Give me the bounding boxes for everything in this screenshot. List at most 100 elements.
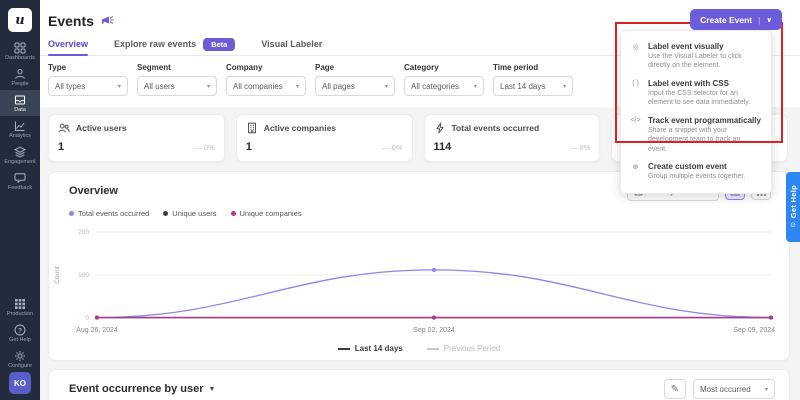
- chevron-down-icon: ▾: [474, 83, 477, 90]
- menu-item-description: Use the Visual Labeler to click directly…: [648, 52, 761, 71]
- sidebar-item-label: Dashboards: [5, 55, 35, 61]
- filter-segment: SegmentAll users▾: [137, 63, 217, 96]
- create-event-button[interactable]: Create Event | ∨: [690, 9, 782, 30]
- event-occurrence-controls: ✎ Most occurred ▾: [664, 379, 775, 399]
- sidebar-item-feedback[interactable]: Feedback: [0, 168, 40, 194]
- filter-label: Page: [315, 63, 395, 72]
- filter-select-time-period[interactable]: Last 14 days▾: [493, 76, 573, 96]
- stat-value-row: 114— 0%: [434, 141, 591, 153]
- sidebar-item-people[interactable]: People: [0, 64, 40, 90]
- beta-badge: Beta: [203, 38, 235, 51]
- building-icon: [246, 122, 258, 134]
- filter-select-page[interactable]: All pages▾: [315, 76, 395, 96]
- sidebar-item-label: Configure: [8, 363, 32, 369]
- production-icon: [14, 298, 26, 310]
- event-occurrence-panel: Event occurrence by user ▼ ✎ Most occurr…: [48, 369, 790, 400]
- filter-select-type[interactable]: All types▾: [48, 76, 128, 96]
- sidebar-item-engagement[interactable]: Engagement: [0, 142, 40, 168]
- code-icon: </>: [630, 116, 641, 154]
- current-period-legend[interactable]: Last 14 days: [338, 344, 403, 353]
- menu-item-description: Group multiple events together.: [648, 172, 745, 181]
- dashboards-icon: [14, 42, 26, 54]
- filter-type: TypeAll types▾: [48, 63, 128, 96]
- legend-label: Unique users: [172, 209, 216, 218]
- sidebar-item-label: Data: [14, 107, 26, 113]
- menu-item-title: Create custom event: [648, 162, 745, 171]
- sidebar-item-analytics[interactable]: Analytics: [0, 116, 40, 142]
- previous-period-legend[interactable]: Previous Period: [427, 344, 500, 353]
- edit-chart-button[interactable]: ✎: [664, 379, 686, 399]
- legend-dot: [163, 211, 168, 216]
- sidebar-item-data[interactable]: Data: [0, 90, 40, 116]
- legend-item[interactable]: Unique companies: [231, 209, 302, 218]
- chevron-down-icon[interactable]: ∨: [766, 16, 772, 24]
- pencil-icon: ✎: [671, 384, 679, 395]
- filter-label: Time period: [493, 63, 573, 72]
- menu-item-title: Label event visually: [648, 42, 761, 51]
- headset-icon: ⊙: [790, 222, 796, 229]
- legend-item[interactable]: Total events occurred: [69, 209, 149, 218]
- sidebar-item-get-help[interactable]: ?Get Help: [0, 320, 40, 346]
- app-logo[interactable]: u: [8, 8, 32, 32]
- menu-item-create-custom-event[interactable]: ⊕Create custom eventGroup multiple event…: [621, 158, 771, 185]
- button-separator: |: [758, 15, 760, 25]
- sidebar-item-label: Analytics: [9, 133, 31, 139]
- engagement-icon: [14, 146, 26, 158]
- menu-item-label-event-visually[interactable]: ◎Label event visuallyUse the Visual Labe…: [621, 38, 771, 75]
- sidebar: u Dashboards People Data Analytics Engagemen…: [0, 0, 40, 400]
- get-help-tab[interactable]: Get Help ⊙: [786, 172, 800, 242]
- chevron-down-icon: ▾: [765, 386, 768, 393]
- tab-explore-raw-events[interactable]: Explore raw eventsBeta: [114, 38, 235, 55]
- sidebar-item-configure[interactable]: Configure: [0, 346, 40, 372]
- data-point: [432, 268, 436, 272]
- stat-value: 1: [246, 141, 252, 153]
- stat-delta: — 0%: [570, 143, 590, 152]
- legend-item[interactable]: Unique users: [163, 209, 216, 218]
- event-occurrence-title[interactable]: Event occurrence by user ▼: [69, 383, 215, 395]
- sidebar-item-production[interactable]: Production: [0, 294, 40, 320]
- stat-card-header: Active companies: [246, 122, 403, 134]
- sidebar-nav: Dashboards People Data Analytics EngagementF…: [0, 38, 40, 194]
- solid-line-swatch: [338, 348, 350, 350]
- megaphone-icon[interactable]: [101, 15, 114, 27]
- page-title: Events: [48, 13, 94, 29]
- sidebar-item-label: People: [11, 81, 28, 87]
- sidebar-item-label: Production: [7, 311, 33, 317]
- tab-overview[interactable]: Overview: [48, 39, 88, 55]
- menu-item-text: Label event visuallyUse the Visual Label…: [648, 42, 761, 71]
- menu-item-text: Create custom eventGroup multiple events…: [648, 162, 745, 181]
- chevron-down-icon: ▾: [207, 83, 210, 90]
- css-selector-icon: ( ): [630, 79, 641, 108]
- titlebar: Events Create Event | ∨: [40, 0, 800, 34]
- filter-select-category[interactable]: All categories ▾: [404, 76, 484, 96]
- filter-select-value: All companies: [233, 82, 283, 91]
- chart-container[interactable]: 0100200CountAug 26, 2024Sep 02, 2024Sep …: [49, 222, 789, 340]
- menu-item-label-event-with-css[interactable]: ( ) Label event with CSSInput the CSS sel…: [621, 75, 771, 112]
- tab-visual-labeler[interactable]: Visual Labeler: [261, 39, 322, 55]
- configure-icon: [14, 350, 26, 362]
- stat-value-row: 1— 0%: [246, 141, 403, 153]
- analytics-icon: [14, 120, 26, 132]
- sort-select[interactable]: Most occurred ▾: [693, 379, 775, 399]
- event-occurrence-header: Event occurrence by user ▼ ✎ Most occurr…: [69, 379, 775, 399]
- filter-label: Company: [226, 63, 306, 72]
- sidebar-item-dashboards[interactable]: Dashboards: [0, 38, 40, 64]
- data-point: [432, 315, 436, 319]
- filter-select-company[interactable]: All companies▾: [226, 76, 306, 96]
- menu-item-track-event-programmatically[interactable]: </>Track event programmaticallyShare a s…: [621, 112, 771, 158]
- filter-company: Company All companies▾: [226, 63, 306, 96]
- user-avatar[interactable]: KO: [9, 372, 31, 394]
- stat-value: 1: [58, 141, 64, 153]
- filter-select-segment[interactable]: All users▾: [137, 76, 217, 96]
- dashed-line-swatch: [427, 348, 439, 350]
- filter-category: CategoryAll categories▾: [404, 63, 484, 96]
- data-point: [95, 315, 99, 319]
- stat-card-header: Total events occurred: [434, 122, 591, 134]
- menu-item-text: Label event with CSSInput the CSS select…: [648, 79, 761, 108]
- filter-select-value: All pages: [322, 82, 355, 91]
- filter-select-value: All categories: [411, 82, 459, 91]
- overview-title: Overview: [69, 185, 118, 197]
- x-axis-tick: Sep 09, 2024: [733, 327, 775, 334]
- x-axis-tick: Aug 26, 2024: [76, 327, 118, 334]
- menu-item-description: Share a snippet with your development te…: [648, 126, 761, 154]
